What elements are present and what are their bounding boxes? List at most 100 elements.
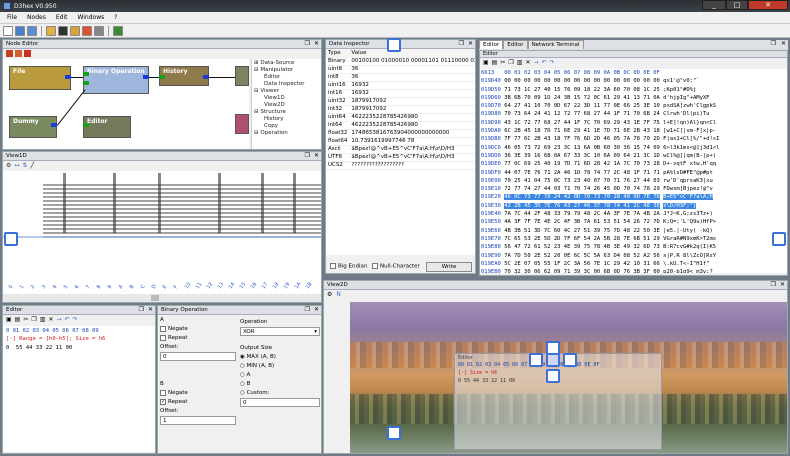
view1d-plot[interactable]: 0 1 2 3 4 5 6 7 8 9 A B C D E F 10 11 12 13 14 15 16 17 18 19 1A 1B: [3, 171, 321, 295]
repeat-a-checkbox[interactable]: Repeat: [160, 334, 236, 343]
menu-help[interactable]: ?: [114, 14, 117, 23]
node-editor-1[interactable]: [235, 66, 249, 86]
copy-icon[interactable]: ❐: [508, 59, 513, 68]
inspector-row[interactable]: int8 36: [326, 73, 475, 82]
cut-icon[interactable]: ✂: [23, 316, 28, 325]
open-folder-icon[interactable]: [46, 26, 56, 36]
hex-row[interactable]: 019DC0 46 05 73 72 69 23 3C 13 6A 0B 60 …: [481, 144, 787, 152]
delete-icon[interactable]: ✕: [48, 316, 53, 325]
close-icon[interactable]: ✕: [780, 281, 785, 288]
hex-row[interactable]: 019E50 4A 3F 7F 7E 4E 2C 4F 3B 7A 61 53 …: [481, 218, 787, 226]
tab-network-terminal[interactable]: Network Terminal: [527, 40, 584, 49]
copy-icon[interactable]: ❐: [31, 316, 36, 325]
save-icon[interactable]: ▣: [6, 316, 12, 325]
port[interactable]: [83, 72, 89, 76]
save-as-icon[interactable]: [27, 26, 37, 36]
dock-handle-center[interactable]: [546, 353, 560, 367]
hex-row[interactable]: 019E20 46 0C 73 77 70 24 42 0D 70 73 70 …: [481, 193, 787, 201]
tree-editor[interactable]: Editor: [254, 74, 319, 81]
float-icon[interactable]: ❐: [305, 306, 310, 313]
menu-nodes[interactable]: Nodes: [27, 14, 46, 23]
node-view[interactable]: [235, 114, 249, 134]
port[interactable]: [159, 75, 165, 79]
scale-icon[interactable]: ↔: [14, 162, 19, 170]
save-as-icon[interactable]: ▤: [15, 316, 21, 325]
run-icon[interactable]: [113, 26, 123, 36]
close-window-button[interactable]: ✕: [748, 0, 788, 10]
hex-row[interactable]: 019DF0 44 07 7E 76 71 2A 46 1D 78 74 77 …: [481, 169, 787, 177]
inspector-row[interactable]: int64 4622235228785426980: [326, 121, 475, 130]
cut-icon[interactable]: ✂: [500, 59, 505, 68]
float-icon[interactable]: ❐: [139, 306, 144, 313]
tree-view1d[interactable]: View1D: [254, 95, 319, 102]
hex-row[interactable]: 019E60 4B 3B 51 3D 7C 60 4C 27 51 39 75 …: [481, 227, 787, 235]
inspector-row[interactable]: float64 10.7391619997746 78: [326, 137, 475, 146]
hex-view[interactable]: 6613 00 01 02 03 04 05 06 07 08 09 0A 0B…: [480, 69, 787, 273]
close-icon[interactable]: ✕: [314, 152, 319, 159]
tree-history[interactable]: History: [254, 116, 319, 123]
port[interactable]: [83, 81, 89, 85]
null-char-checkbox[interactable]: Null-Character: [372, 263, 420, 270]
checkbox[interactable]: [372, 263, 378, 269]
node-history[interactable]: History: [159, 66, 209, 86]
inspector-row[interactable]: uint32 1879917092: [326, 97, 475, 106]
float-icon[interactable]: ❐: [305, 152, 310, 159]
inspector-row[interactable]: uint16 16932: [326, 81, 475, 90]
save-icon[interactable]: ▣: [483, 59, 489, 68]
hex-row[interactable]: 019DB0 7F 77 6C 2B 43 18 7F 76 6D 2D 46 …: [481, 135, 787, 143]
hex-row[interactable]: 019DD0 36 3E 39 16 6B 0A 67 33 3C 10 6A …: [481, 152, 787, 160]
floating-editor-window[interactable]: Editor 00 01 02 03 04 05 06 07 08 09 0A …: [454, 353, 662, 450]
negate-a-checkbox[interactable]: Negate: [160, 325, 236, 334]
offset-a-input[interactable]: 0: [160, 352, 236, 361]
record-icon[interactable]: [82, 26, 92, 36]
menu-file[interactable]: File: [7, 14, 17, 23]
goto-icon[interactable]: →: [533, 59, 538, 68]
hex-row[interactable]: 019E80 56 47 72 61 52 23 4E 39 75 78 4B …: [481, 243, 787, 251]
inspector-row[interactable]: uint64 4622235228785426980: [326, 113, 475, 122]
tree-copy[interactable]: Copy: [254, 123, 319, 130]
node-canvas[interactable]: File Binary Operation History Dummy Edit…: [3, 59, 249, 149]
tab-editor-2[interactable]: Editor: [503, 40, 528, 49]
hex-row[interactable]: 019E40 7A 7C 44 2F 48 33 79 79 48 2C 4A …: [481, 210, 787, 218]
radio-custom[interactable]: ○ Custom:: [240, 389, 320, 398]
inspector-row[interactable]: int32 1879917092: [326, 105, 475, 114]
radio-b[interactable]: ○ B: [240, 380, 320, 389]
checkbox[interactable]: [160, 325, 166, 332]
dock-handle-outer-bottom[interactable]: [387, 426, 401, 440]
custom-size-input[interactable]: 0: [240, 398, 320, 407]
tree-data-inspector[interactable]: Data Inspector: [254, 81, 319, 88]
undo-icon[interactable]: ↶: [542, 59, 547, 68]
hex-row[interactable]: 019D90 43 1C 72 77 68 27 44 1F 7C 70 69 …: [481, 119, 787, 127]
hex-row[interactable]: 019E10 72 77 74 27 44 03 71 70 74 26 45 …: [481, 185, 787, 193]
hex-row[interactable]: 019D70 64 27 41 10 70 0D 67 22 3D 11 77 …: [481, 102, 787, 110]
settings-icon[interactable]: ⚙: [6, 162, 11, 170]
hex-row[interactable]: 019D60 3B 6B 70 09 1D 24 3B 15 72 0C 61 …: [481, 94, 787, 102]
radio-a[interactable]: ○ A: [240, 371, 320, 380]
node-editor-2[interactable]: Editor: [83, 116, 131, 138]
dock-handle-outer-top[interactable]: [387, 38, 401, 52]
line-mode-icon[interactable]: ╱: [30, 162, 34, 170]
tree-operation[interactable]: ⊟ Operation: [254, 130, 319, 137]
goto-icon[interactable]: →: [56, 316, 61, 325]
add-node-icon[interactable]: [6, 50, 13, 57]
dock-handle-right[interactable]: [563, 353, 577, 367]
paste-icon[interactable]: ▥: [40, 316, 46, 325]
checkbox[interactable]: [160, 389, 166, 396]
dash-icon[interactable]: [58, 26, 68, 36]
close-icon[interactable]: ✕: [148, 306, 153, 313]
inspector-row[interactable]: int16 16932: [326, 89, 475, 98]
paste-icon[interactable]: ▥: [517, 59, 523, 68]
menu-windows[interactable]: Windows: [77, 14, 104, 23]
normalize-icon[interactable]: ⇅: [22, 162, 27, 170]
float-icon[interactable]: ❐: [771, 40, 776, 47]
inspector-row[interactable]: uint8 36: [326, 65, 475, 74]
float-icon[interactable]: ❐: [305, 40, 310, 47]
dock-handle-bottom[interactable]: [546, 369, 560, 383]
hex-row[interactable]: 019D40 00 00 00 00 00 00 00 00 00 00 00 …: [481, 77, 787, 85]
maximize-button[interactable]: □: [726, 0, 748, 10]
minimize-button[interactable]: _: [702, 0, 726, 10]
remove-node-icon[interactable]: [15, 50, 22, 57]
inspector-row[interactable]: UCS2??????????????????: [326, 161, 475, 170]
inspector-row[interactable]: float32 1748653816763904000000000000: [326, 129, 475, 138]
view1d-scrollbar[interactable]: [3, 294, 321, 302]
